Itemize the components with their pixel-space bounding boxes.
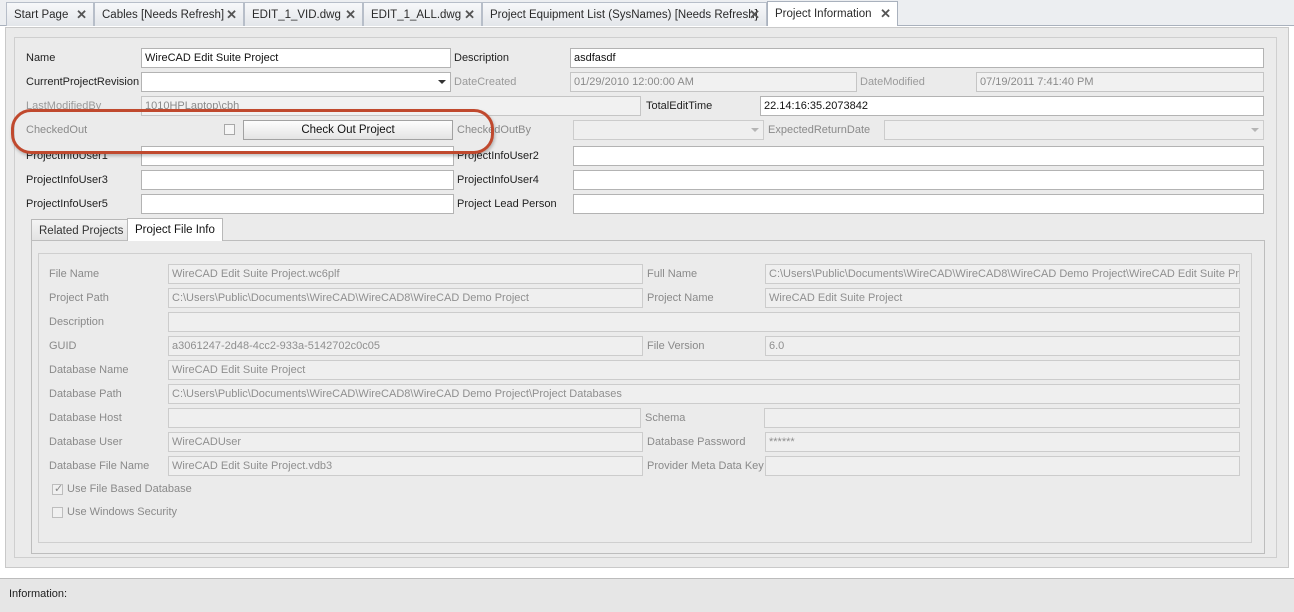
chevron-down-icon	[751, 128, 759, 132]
tab-label: EDIT_1_ALL.dwg	[371, 8, 462, 21]
description-field[interactable]: asdfasdf	[570, 48, 1264, 68]
file-version-field: 6.0	[765, 336, 1240, 356]
status-bar: Information:	[0, 578, 1294, 612]
chevron-down-icon[interactable]	[438, 80, 446, 84]
tab-label: Cables [Needs Refresh]	[102, 8, 225, 21]
expected-return-dropdown	[884, 120, 1264, 140]
project-name-field: WireCAD Edit Suite Project	[765, 288, 1240, 308]
close-icon[interactable]: ✕	[749, 7, 760, 23]
check-icon: ✓	[54, 482, 64, 495]
tab-label: Start Page	[14, 8, 69, 21]
checked-out-label: CheckedOut	[26, 124, 88, 136]
project-path-field: C:\Users\Public\Documents\WireCAD\WireCA…	[168, 288, 643, 308]
database-user-label: Database User	[49, 436, 123, 448]
use-file-based-database-option: ✓ Use File Based Database	[52, 483, 192, 495]
total-edit-time-field[interactable]: 22.14:16:35.2073842	[760, 96, 1264, 116]
date-created-label: DateCreated	[454, 76, 517, 88]
checked-out-by-label: CheckedOutBy	[457, 124, 531, 136]
tab-related-projects[interactable]: Related Projects	[31, 219, 132, 241]
project-name-label: Project Name	[647, 292, 714, 304]
database-name-field: WireCAD Edit Suite Project	[168, 360, 1240, 380]
database-name-label: Database Name	[49, 364, 129, 376]
checked-out-by-dropdown	[573, 120, 764, 140]
tab-project-information[interactable]: Project Information ✕	[767, 1, 898, 26]
revision-dropdown[interactable]	[141, 72, 451, 92]
file-version-label: File Version	[647, 340, 705, 352]
use-file-based-database-label: Use File Based Database	[67, 483, 192, 495]
checked-out-checkbox[interactable]	[224, 124, 235, 135]
date-modified-label: DateModified	[860, 76, 925, 88]
user3-field[interactable]	[141, 170, 454, 190]
date-created-field: 01/29/2010 12:00:00 AM	[570, 72, 857, 92]
database-password-field: ******	[765, 432, 1240, 452]
database-password-label: Database Password	[647, 436, 746, 448]
close-icon[interactable]: ✕	[345, 7, 356, 23]
close-icon[interactable]: ✕	[76, 7, 87, 23]
tab-label: EDIT_1_VID.dwg	[252, 8, 341, 21]
project-path-label: Project Path	[49, 292, 109, 304]
information-label: Information:	[9, 588, 68, 600]
user4-label: ProjectInfoUser4	[457, 174, 539, 186]
user3-label: ProjectInfoUser3	[26, 174, 108, 186]
user2-label: ProjectInfoUser2	[457, 150, 539, 162]
user1-field[interactable]	[141, 146, 454, 166]
description-label: Description	[454, 52, 510, 64]
guid-field: a3061247-2d48-4cc2-933a-5142702c0c05	[168, 336, 643, 356]
expected-return-label: ExpectedReturnDate	[768, 124, 871, 136]
database-path-label: Database Path	[49, 388, 122, 400]
file-name-field: WireCAD Edit Suite Project.wc6plf	[168, 264, 643, 284]
user2-field[interactable]	[573, 146, 1264, 166]
provider-meta-data-key-field	[765, 456, 1240, 476]
tab-label: Project File Info	[135, 224, 215, 236]
database-path-field: C:\Users\Public\Documents\WireCAD\WireCA…	[168, 384, 1240, 404]
lead-person-label: Project Lead Person	[457, 198, 557, 210]
document-tab-strip: Start Page ✕ Cables [Needs Refresh] ✕ ED…	[0, 0, 1294, 26]
tab-label: Related Projects	[39, 224, 124, 237]
tab-edit-1-all[interactable]: EDIT_1_ALL.dwg ✕	[363, 2, 482, 26]
file-name-label: File Name	[49, 268, 100, 280]
use-windows-security-label: Use Windows Security	[67, 506, 178, 518]
file-description-field	[168, 312, 1240, 332]
full-name-label: Full Name	[647, 268, 698, 280]
name-label: Name	[26, 52, 56, 64]
user4-field[interactable]	[573, 170, 1264, 190]
total-edit-time-label: TotalEditTime	[646, 100, 713, 112]
use-windows-security-option: Use Windows Security	[52, 506, 177, 518]
date-modified-field: 07/19/2011 7:41:40 PM	[976, 72, 1264, 92]
last-modified-by-label: LastModifiedBy	[26, 100, 102, 112]
database-user-field: WireCADUser	[168, 432, 643, 452]
use-windows-security-checkbox	[52, 506, 63, 518]
check-out-project-button[interactable]: Check Out Project	[243, 120, 453, 140]
user1-label: ProjectInfoUser1	[26, 150, 108, 162]
guid-label: GUID	[49, 340, 77, 352]
schema-field	[764, 408, 1240, 428]
lead-person-field[interactable]	[573, 194, 1264, 214]
close-icon[interactable]: ✕	[880, 6, 891, 22]
file-description-label: Description	[49, 316, 105, 328]
tab-label: Project Information	[775, 8, 872, 20]
close-icon[interactable]: ✕	[464, 7, 475, 23]
full-name-field: C:\Users\Public\Documents\WireCAD\WireCA…	[765, 264, 1240, 284]
tab-project-equipment-list[interactable]: Project Equipment List (SysNames) [Needs…	[482, 2, 767, 26]
name-field[interactable]: WireCAD Edit Suite Project	[141, 48, 451, 68]
tab-edit-1-vid[interactable]: EDIT_1_VID.dwg ✕	[244, 2, 363, 26]
schema-label: Schema	[645, 412, 686, 424]
revision-label: CurrentProjectRevision	[26, 76, 140, 88]
use-file-based-database-checkbox: ✓	[52, 482, 64, 495]
last-modified-by-field: 1010HPLaptop\cbh	[141, 96, 641, 116]
tab-label: Project Equipment List (SysNames) [Needs…	[490, 8, 758, 21]
tab-project-file-info[interactable]: Project File Info	[127, 218, 223, 241]
close-icon[interactable]: ✕	[226, 7, 237, 23]
tab-start-page[interactable]: Start Page ✕	[6, 2, 94, 26]
user5-label: ProjectInfoUser5	[26, 198, 108, 210]
database-host-field	[168, 408, 641, 428]
tab-cables[interactable]: Cables [Needs Refresh] ✕	[94, 2, 244, 26]
database-file-name-field: WireCAD Edit Suite Project.vdb3	[168, 456, 643, 476]
database-file-name-label: Database File Name	[49, 460, 150, 472]
chevron-down-icon	[1251, 128, 1259, 132]
provider-meta-data-key-label: Provider Meta Data Key	[647, 460, 764, 472]
database-host-label: Database Host	[49, 412, 122, 424]
user5-field[interactable]	[141, 194, 454, 214]
